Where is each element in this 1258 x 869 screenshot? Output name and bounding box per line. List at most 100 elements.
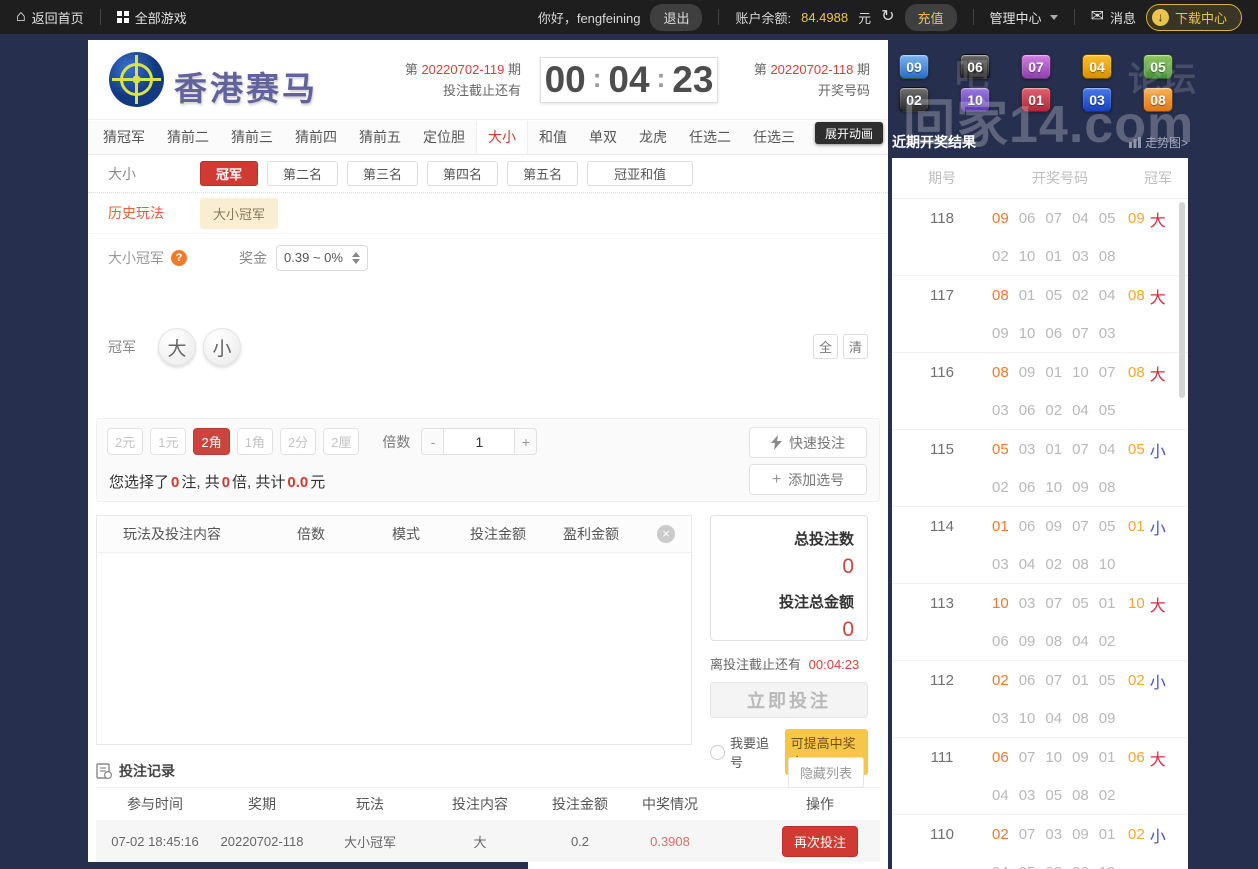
position-button[interactable]: 第三名 <box>347 161 419 186</box>
records-col-header: 奖期 <box>248 795 276 812</box>
tab-龙虎[interactable]: 龙虎 <box>628 121 678 154</box>
result-number: 06 <box>992 748 1009 766</box>
multiplier-input[interactable] <box>444 428 515 455</box>
all-games-link[interactable]: 全部游戏 <box>116 8 187 27</box>
download-center-button[interactable]: ↓ 下载中心 <box>1145 3 1242 31</box>
money-chip[interactable]: 2角 <box>193 428 230 455</box>
total-amount-value: 0 <box>842 618 854 641</box>
refresh-icon[interactable]: ↻ <box>881 9 894 25</box>
messages-link[interactable]: ✉ 消息 <box>1091 8 1136 27</box>
countdown-minutes: 04 <box>608 59 650 100</box>
home-link[interactable]: ⌂ 返回首页 <box>16 8 84 27</box>
position-row-label: 大小 <box>108 165 136 182</box>
position-button[interactable]: 第二名 <box>267 161 339 186</box>
tab-和值[interactable]: 和值 <box>528 121 578 154</box>
position-button[interactable]: 冠军 <box>200 161 259 186</box>
result-number: 09 <box>1018 632 1036 650</box>
col-numbers: 开奖号码 <box>1032 170 1088 186</box>
result-number: 02 <box>992 478 1009 496</box>
position-button[interactable]: 第四名 <box>427 161 499 186</box>
champion-number: 08 <box>1128 364 1145 381</box>
result-numbers: 02 07 03 09 01 04 05 08 06 10 <box>992 815 1128 869</box>
plus-icon: + <box>771 470 782 488</box>
help-icon[interactable]: ? <box>171 249 187 266</box>
bet-now-button[interactable]: 立即投注 <box>710 682 868 718</box>
tab-猜前五[interactable]: 猜前五 <box>348 121 412 154</box>
minus-button[interactable]: - <box>421 428 445 455</box>
pick-option[interactable]: 大 <box>158 328 196 366</box>
result-number: 07 <box>1045 209 1063 227</box>
pick-option[interactable]: 小 <box>203 328 241 366</box>
result-number: 02 <box>1098 632 1116 650</box>
money-chip[interactable]: 2元 <box>107 428 144 455</box>
rebet-button[interactable]: 再次投注 <box>781 825 858 857</box>
divider <box>99 9 101 25</box>
result-number: 07 <box>1072 440 1089 458</box>
result-numbers: 09 06 07 04 05 02 10 01 03 08 <box>992 199 1128 275</box>
tab-猜前三[interactable]: 猜前三 <box>220 121 284 154</box>
position-button[interactable]: 冠亚和值 <box>587 161 694 186</box>
betslip-columns: 玩法及投注内容 倍数 模式 投注金额 盈利金额 <box>97 524 633 544</box>
admin-center-menu[interactable]: 管理中心 <box>990 8 1058 27</box>
result-number: 07 <box>1045 594 1063 612</box>
result-line2: 03 10 04 08 09 <box>992 699 1128 737</box>
admin-center-label: 管理中心 <box>989 10 1042 26</box>
scrollbar-thumb[interactable] <box>1179 202 1185 398</box>
close-icon[interactable]: × <box>657 525 675 543</box>
add-numbers-label: 添加选号 <box>788 471 845 488</box>
records-columns: 参与时间 奖期 玩法 投注内容 投注金额 中奖情况 操作 <box>96 788 880 819</box>
result-number: 08 <box>1098 247 1116 265</box>
result-number: 04 <box>1018 555 1036 573</box>
expand-animation-button[interactable]: 展开动画 <box>814 122 883 144</box>
tab-猜前二[interactable]: 猜前二 <box>156 121 220 154</box>
total-amount: 0.0 <box>287 474 309 491</box>
summary-text: 注, 共 <box>181 474 220 491</box>
tab-定位胆[interactable]: 定位胆 <box>412 121 476 154</box>
betslip-table: 玩法及投注内容 倍数 模式 投注金额 盈利金额 × <box>96 515 692 745</box>
tab-任选二[interactable]: 任选二 <box>678 121 742 154</box>
quick-bet-button[interactable]: 快速投注 <box>749 427 867 458</box>
result-issue: 110 <box>930 826 954 843</box>
money-chip[interactable]: 1元 <box>150 428 187 455</box>
tab-任选三[interactable]: 任选三 <box>742 121 806 154</box>
play-label: 大小冠军 <box>108 249 164 266</box>
result-number: 10 <box>1018 247 1036 265</box>
clock-emblem-icon <box>109 52 164 107</box>
plus-button[interactable]: + <box>514 428 538 455</box>
money-chip[interactable]: 2厘 <box>323 428 360 455</box>
result-number: 04 <box>1098 440 1116 458</box>
greeting: 你好，fengfeining <box>537 10 641 26</box>
table-row: 07-02 18:45:16 20220702-118 大小冠军 大 0.2 0.3908… <box>96 820 880 862</box>
record-issue: 20220702-118 <box>220 833 304 849</box>
champion-number: 02 <box>1128 826 1145 843</box>
history-tag[interactable]: 大小冠军 <box>200 197 279 229</box>
multiplier-stepper: - + <box>421 428 538 455</box>
result-row: 118 09 06 07 04 05 02 10 01 03 08 09 大 <box>892 199 1188 276</box>
result-number: 05 <box>1045 286 1063 304</box>
result-number: 01 <box>992 517 1009 535</box>
recharge-button[interactable]: 充值 <box>904 3 957 31</box>
result-number: 05 <box>1045 786 1063 804</box>
money-chip[interactable]: 1角 <box>236 428 273 455</box>
champion-size: 大 <box>1149 212 1166 230</box>
logout-button[interactable]: 退出 <box>650 3 703 31</box>
result-numbers: 10 03 07 05 01 06 09 08 04 02 <box>992 584 1128 660</box>
tab-大小[interactable]: 大小 <box>476 121 528 154</box>
tab-单双[interactable]: 单双 <box>578 121 628 154</box>
trend-chart-link[interactable]: 走势图> <box>1128 134 1188 151</box>
tab-猜前四[interactable]: 猜前四 <box>284 121 348 154</box>
add-numbers-button[interactable]: + 添加选号 <box>749 464 867 495</box>
money-chip[interactable]: 2分 <box>279 428 317 455</box>
result-number: 04 <box>1098 286 1116 304</box>
bonus-label: 奖金 <box>239 249 267 266</box>
result-issue: 115 <box>930 441 954 458</box>
tab-猜冠军[interactable]: 猜冠军 <box>92 121 156 154</box>
position-button[interactable]: 第五名 <box>507 161 579 186</box>
last-issue-info: 第 20220702-118 期 开奖号码 <box>740 59 870 101</box>
select-all-button[interactable]: 全 <box>813 334 838 359</box>
hide-list-button[interactable]: 隐藏列表 <box>787 757 864 788</box>
result-number: 05 <box>992 440 1009 458</box>
bonus-select[interactable]: 0.39 ~ 0% <box>276 244 368 271</box>
result-number: 10 <box>1018 709 1036 727</box>
clear-button[interactable]: 清 <box>843 334 868 359</box>
